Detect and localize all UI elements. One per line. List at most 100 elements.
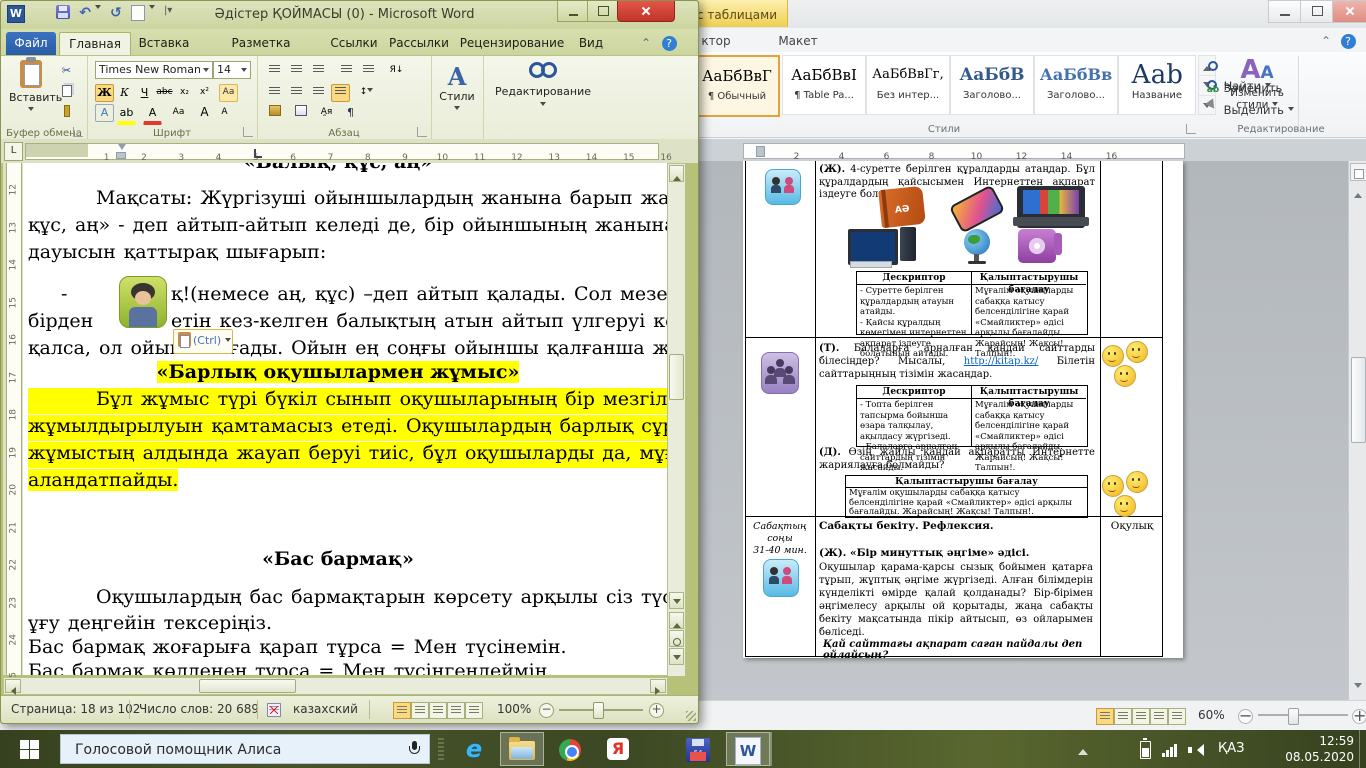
view-outline[interactable] [1150,708,1168,725]
help-icon[interactable]: ? [1338,30,1358,52]
underline-button[interactable]: Ч [135,84,154,102]
clear-format-button[interactable]: Аа [219,84,238,102]
zoom-in-button[interactable]: + [1352,709,1366,724]
editing-button[interactable]: Редактирование [493,62,593,111]
battery-icon[interactable] [1140,730,1151,768]
view-print-layout[interactable] [1096,708,1114,725]
scroll-thumb[interactable] [669,354,684,400]
tab-layout[interactable]: Макет [766,30,830,52]
scroll-left-icon[interactable] [5,679,21,693]
back-zoom-slider[interactable] [1258,714,1348,716]
increase-indent-icon[interactable] [359,62,378,80]
numbering-icon[interactable] [287,62,306,80]
multilevel-list-icon[interactable] [309,62,328,80]
microphone-icon[interactable] [409,741,419,757]
grow-font-button[interactable]: А [195,104,214,122]
style-chip-heading1[interactable]: АаБбВ Заголово... [950,55,1034,115]
tab-home[interactable]: Главная [59,32,131,56]
superscript-button[interactable]: x² [195,84,214,102]
page-indicator[interactable]: Страница: 18 из 102 [11,696,140,723]
italic-button[interactable]: К [115,84,134,102]
clipboard-dialog-launcher[interactable] [73,127,83,137]
scroll-down-icon[interactable] [1351,677,1364,696]
scroll-right-icon[interactable] [650,679,666,693]
volume-icon[interactable] [1188,730,1202,768]
taskbar-yandex-icon[interactable]: Я [596,732,640,766]
word-count[interactable]: Число слов: 20 689 [139,696,259,723]
strikethrough-button[interactable]: abc [155,84,174,102]
browse-object-icon[interactable] [669,630,684,647]
subscript-button[interactable]: x₂ [175,84,194,102]
undo-dropdown-icon[interactable] [95,5,101,12]
justify-icon[interactable] [331,84,350,102]
sort-az-icon[interactable]: А̯я [317,104,336,122]
tab-stop-marker[interactable] [254,149,262,158]
text-effects-button[interactable]: А [95,104,114,122]
collapse-ribbon-icon[interactable]: ⌃ [1316,30,1336,52]
scroll-thumb[interactable] [199,679,296,693]
resize-grip[interactable] [686,711,696,721]
start-button[interactable] [0,730,60,768]
tab-selector[interactable]: L [4,142,23,161]
pilcrow-icon[interactable]: ¶ [341,104,360,122]
language-indicator[interactable]: казахский [293,696,358,723]
decrease-indent-icon[interactable] [337,62,356,80]
front-titlebar[interactable]: W ↶ ↺ |▾ Әдістер ҚОЙМАСЫ (0) - Microsoft… [1,1,698,29]
language-switcher[interactable]: ҚАЗ [1218,730,1244,768]
view-draft[interactable] [1168,708,1186,725]
taskbar-explorer-icon[interactable] [500,732,544,766]
toolbar-handle[interactable] [438,738,444,760]
font-dialog-launcher[interactable] [243,127,253,137]
align-right-icon[interactable] [309,84,328,102]
taskbar-ie-icon[interactable]: e [452,732,496,766]
tray-show-hidden-icons[interactable] [1078,730,1088,768]
next-page-icon[interactable] [669,648,684,665]
change-case-button[interactable]: Аа [169,104,188,122]
tab-view[interactable]: Вид [571,32,611,55]
help-icon[interactable]: ? [659,32,679,55]
paste-options-button[interactable]: (Ctrl) [173,329,233,354]
front-horizontal-ruler[interactable]: L 12345678910111213141516 [1,139,698,163]
zoom-out-button[interactable]: − [1238,709,1253,724]
back-restore-button[interactable] [1300,0,1334,23]
back-close-button[interactable] [1332,0,1366,23]
align-center-icon[interactable] [287,84,306,102]
scroll-thumb[interactable] [1351,357,1366,443]
borders-icon[interactable] [291,104,310,122]
paragraph-dialog-launcher[interactable] [417,127,427,137]
zoom-in-button[interactable]: + [649,703,664,718]
line-spacing-icon[interactable]: ↕ [357,84,376,102]
zoom-slider-thumb[interactable] [1288,708,1299,725]
scroll-up-icon[interactable] [1351,183,1364,202]
tab-references[interactable]: Ссылки [327,32,381,55]
show-desktop-button[interactable] [1359,730,1366,768]
spellcheck-icon[interactable] [267,696,283,723]
view-web[interactable] [1132,708,1150,725]
select-button[interactable]: Выделить [1206,100,1356,119]
hanging-indent-marker[interactable] [116,152,126,159]
taskbar-floppy-icon[interactable]: -64- [676,732,720,766]
person-avatar-image[interactable] [119,276,167,328]
font-color-button[interactable]: А [143,104,162,125]
back-minimize-button[interactable] [1268,0,1302,23]
tab-page-layout[interactable]: Разметка страницы [199,32,323,55]
back-zoom-level[interactable]: 60% [1198,702,1225,729]
clock[interactable]: 12:59 08.05.2020 [1262,733,1354,768]
sort-icon[interactable]: Я↓ [387,62,406,80]
replace-button[interactable]: ab Заменить [1206,79,1356,98]
taskbar-word-icon[interactable]: W [726,732,770,766]
tab-insert[interactable]: Вставка [133,32,195,55]
format-painter-icon[interactable] [57,102,76,120]
shrink-font-button[interactable]: А [215,104,234,122]
tab-file[interactable]: Файл [6,32,56,55]
copy-icon[interactable] [57,82,76,100]
back-page[interactable]: (Ж). 4-суретте берілген құралдарды атаңд… [743,161,1183,658]
bullets-icon[interactable] [265,62,284,80]
align-left-icon[interactable] [265,84,284,102]
previous-page-icon[interactable] [669,612,684,629]
back-vertical-scrollbar[interactable] [1348,161,1366,700]
style-chip-table[interactable]: АаБбВвІ ¶ Table Pa... [782,55,866,115]
scroll-up-icon[interactable] [669,165,684,182]
find-button[interactable]: Найти [1206,58,1356,77]
view-draft[interactable] [465,702,483,719]
